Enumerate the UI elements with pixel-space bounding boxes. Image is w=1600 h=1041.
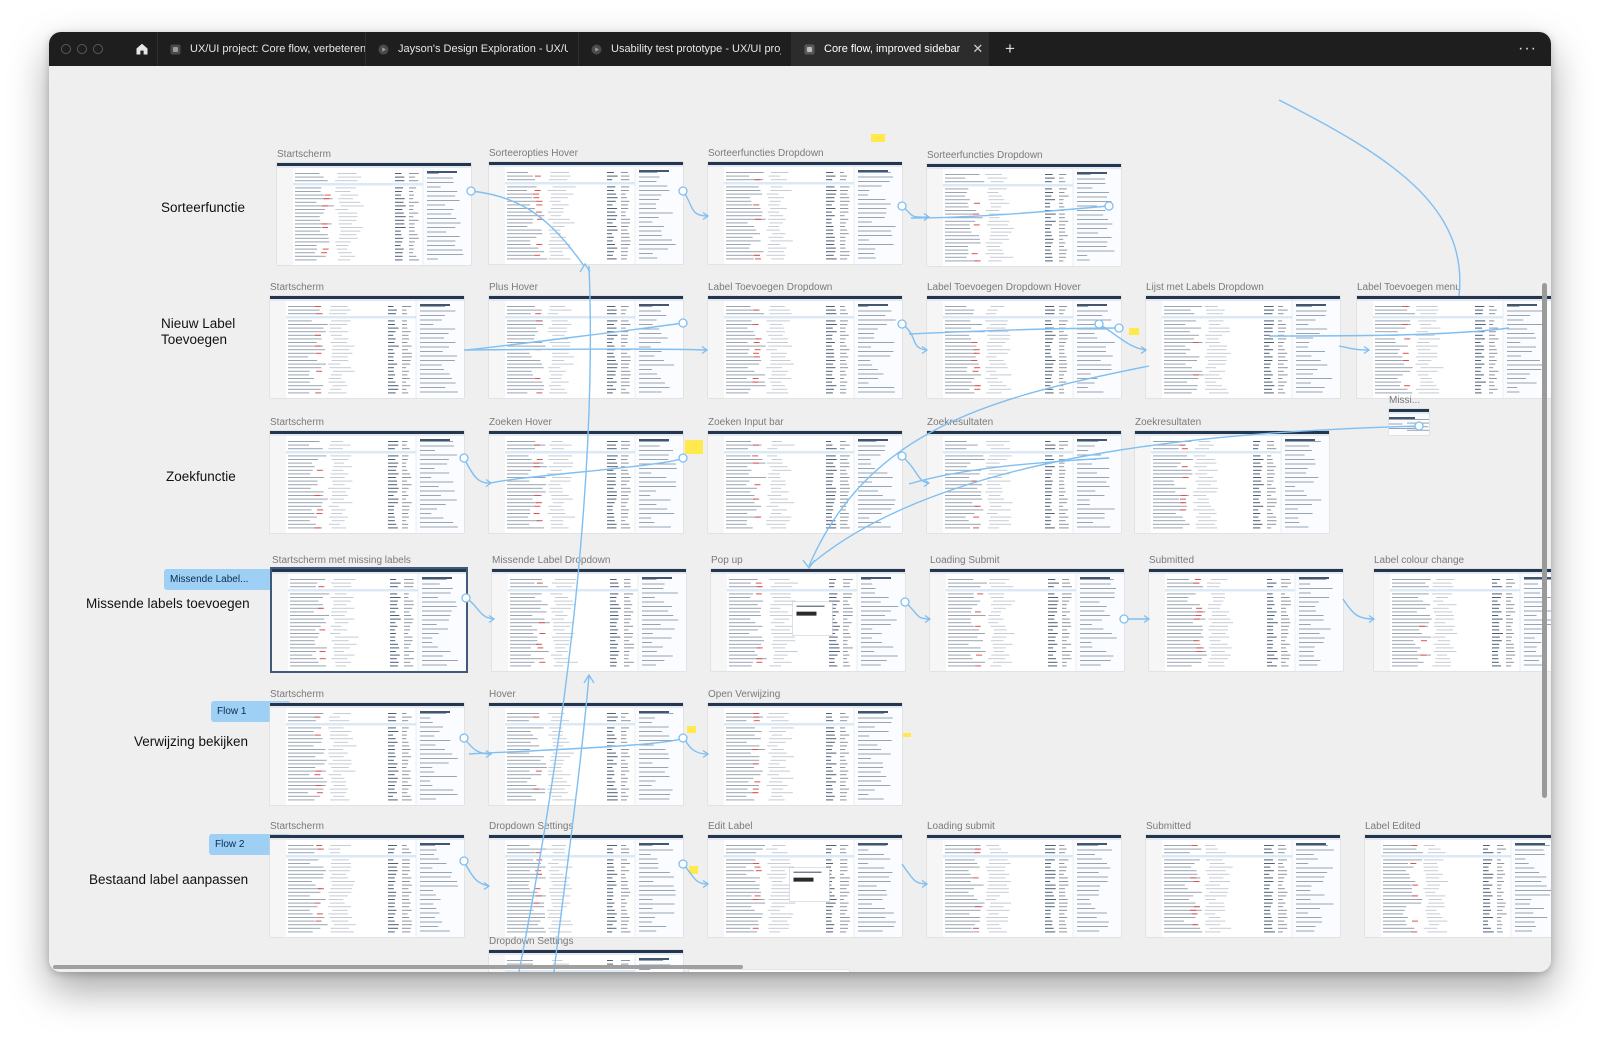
connection-node[interactable] xyxy=(1414,421,1424,431)
prototype-connection xyxy=(901,323,928,351)
close-tab-icon[interactable]: ✕ xyxy=(972,41,983,57)
connection-node[interactable] xyxy=(897,451,907,461)
window-minimize-control[interactable] xyxy=(77,44,87,54)
tab-label: Jayson's Design Exploration - UX/UI p xyxy=(398,43,568,55)
tab-core-flow-verbeteren[interactable]: UX/UI project: Core flow, verbeteren xyxy=(158,32,365,66)
connection-node[interactable] xyxy=(1114,323,1124,333)
connection-node[interactable] xyxy=(900,597,910,607)
tab-bar: UX/UI project: Core flow, verbeteren Jay… xyxy=(49,32,1551,66)
vertical-scrollbar[interactable] xyxy=(1542,283,1547,798)
prototype-connection xyxy=(518,265,592,972)
tab-label: Core flow, improved sidebar xyxy=(824,43,961,55)
prototype-connection xyxy=(463,860,490,887)
prototype-connection xyxy=(1268,327,1510,337)
prototype-connection xyxy=(908,457,1110,485)
more-options-icon[interactable]: ··· xyxy=(1518,32,1537,66)
prototype-play-icon xyxy=(378,44,389,54)
tab-design-exploration[interactable]: Jayson's Design Exploration - UX/UI p xyxy=(366,32,578,66)
browser-window: UX/UI project: Core flow, verbeteren Jay… xyxy=(49,32,1551,972)
connection-node[interactable] xyxy=(678,186,688,196)
horizontal-scrollbar[interactable] xyxy=(53,965,743,969)
connection-node[interactable] xyxy=(1094,319,1104,329)
tab-label: Usability test prototype - UX/UI proje xyxy=(611,43,781,55)
connection-node[interactable] xyxy=(461,593,471,603)
prototype-connection xyxy=(468,737,684,755)
connection-node[interactable] xyxy=(459,856,469,866)
connection-arrowhead xyxy=(802,559,816,570)
home-icon xyxy=(136,43,148,55)
prototype-connection xyxy=(470,190,585,267)
connection-node[interactable] xyxy=(678,453,688,463)
prototype-connection xyxy=(553,675,590,972)
tab-usability-test-prototype[interactable]: Usability test prototype - UX/UI proje xyxy=(579,32,791,66)
connection-node[interactable] xyxy=(897,319,907,329)
connection-node[interactable] xyxy=(897,201,907,211)
prototype-connection xyxy=(466,322,684,351)
design-canvas[interactable]: Sorteerfunctie Nieuw Label Toevoegen Zoekf… xyxy=(49,66,1551,972)
tab-core-flow-improved-sidebar[interactable]: Core flow, improved sidebar ✕ xyxy=(792,32,989,66)
connection-node[interactable] xyxy=(678,318,688,328)
connection-node[interactable] xyxy=(678,733,688,743)
connection-node[interactable] xyxy=(459,733,469,743)
new-tab-button[interactable]: + xyxy=(999,32,1021,66)
prototype-connection xyxy=(682,190,709,217)
prototype-play-icon xyxy=(591,44,602,54)
window-close-control[interactable] xyxy=(61,44,71,54)
prototype-connection xyxy=(463,457,492,484)
connection-node[interactable] xyxy=(1104,201,1114,211)
connection-node[interactable] xyxy=(678,859,688,869)
window-zoom-control[interactable] xyxy=(93,44,103,54)
prototype-connection xyxy=(908,327,1120,335)
home-button[interactable] xyxy=(126,32,158,66)
connection-node[interactable] xyxy=(466,186,476,196)
tab-label: UX/UI project: Core flow, verbeteren xyxy=(190,43,365,55)
prototype-connection xyxy=(910,205,1110,219)
connection-node[interactable] xyxy=(1119,614,1129,624)
connection-node[interactable] xyxy=(459,453,469,463)
design-file-icon xyxy=(804,44,815,54)
prototype-connection xyxy=(808,365,1150,567)
prototype-connection xyxy=(1278,99,1461,297)
prototype-connection xyxy=(808,425,1420,567)
prototype-connections xyxy=(459,99,1510,972)
prototype-connection xyxy=(463,348,708,351)
design-file-icon xyxy=(170,44,181,54)
